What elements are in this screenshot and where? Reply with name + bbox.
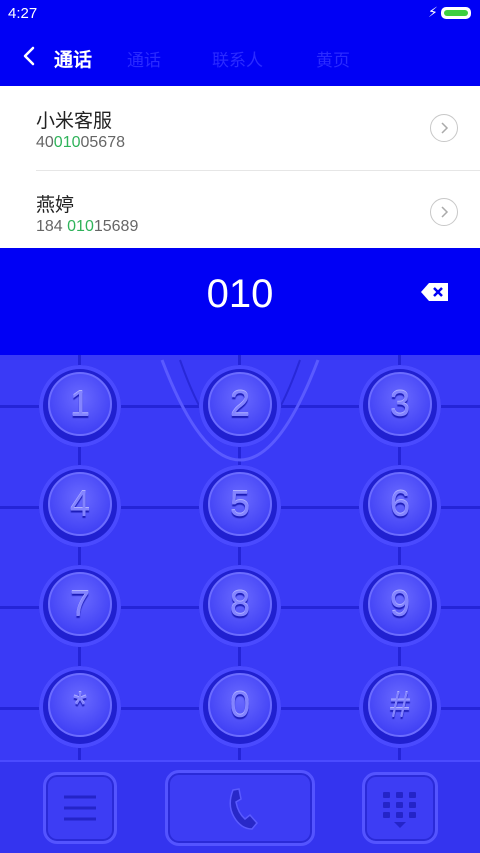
status-bar: 4:27 ⚡ — [0, 0, 480, 28]
contact-name: 小米客服 — [36, 111, 113, 132]
charging-icon: ⚡ — [428, 4, 438, 20]
key-9[interactable]: 9 — [359, 565, 441, 647]
status-time: 4:27 — [8, 5, 38, 22]
backspace-icon[interactable] — [420, 282, 450, 302]
tab-calls[interactable]: 通话 — [127, 46, 161, 71]
back-icon[interactable] — [18, 44, 42, 68]
key-2[interactable]: 2 — [199, 365, 281, 447]
key-3[interactable]: 3 — [359, 365, 441, 447]
list-item[interactable]: 燕婷 184 01015689 — [0, 170, 480, 251]
contact-number: 184 01015689 — [36, 218, 139, 235]
tab-yellow-pages[interactable]: 黄页 — [316, 46, 350, 71]
key-4[interactable]: 4 — [39, 465, 121, 547]
menu-button[interactable] — [43, 772, 117, 844]
keypad-toggle-button[interactable] — [362, 772, 438, 844]
key-star[interactable]: * — [39, 666, 121, 748]
key-1[interactable]: 1 — [39, 365, 121, 447]
key-hash[interactable]: # — [359, 666, 441, 748]
battery-icon — [441, 7, 471, 19]
tab-contacts[interactable]: 联系人 — [212, 46, 263, 71]
key-7[interactable]: 7 — [39, 565, 121, 647]
chevron-right-icon[interactable] — [430, 114, 458, 142]
dial-display: 010 — [0, 248, 480, 355]
key-8[interactable]: 8 — [199, 565, 281, 647]
menu-icon — [64, 795, 96, 821]
dialed-number: 010 — [206, 272, 274, 316]
key-5[interactable]: 5 — [199, 465, 281, 547]
search-results: 小米客服 4001005678 燕婷 184 01015689 — [0, 86, 480, 248]
chevron-right-icon[interactable] — [430, 198, 458, 226]
contact-number: 4001005678 — [36, 134, 125, 151]
page-title: 通话 — [54, 50, 93, 71]
key-6[interactable]: 6 — [359, 465, 441, 547]
list-item[interactable]: 小米客服 4001005678 — [0, 86, 480, 167]
call-button[interactable] — [165, 770, 315, 846]
contact-name: 燕婷 — [36, 195, 75, 216]
bottom-action-bar — [0, 760, 480, 853]
phone-icon — [229, 788, 258, 830]
dialpad-icon — [383, 792, 416, 828]
key-0[interactable]: 0 — [199, 666, 281, 748]
app-bar: 通话 通话 联系人 黄页 — [0, 28, 480, 86]
